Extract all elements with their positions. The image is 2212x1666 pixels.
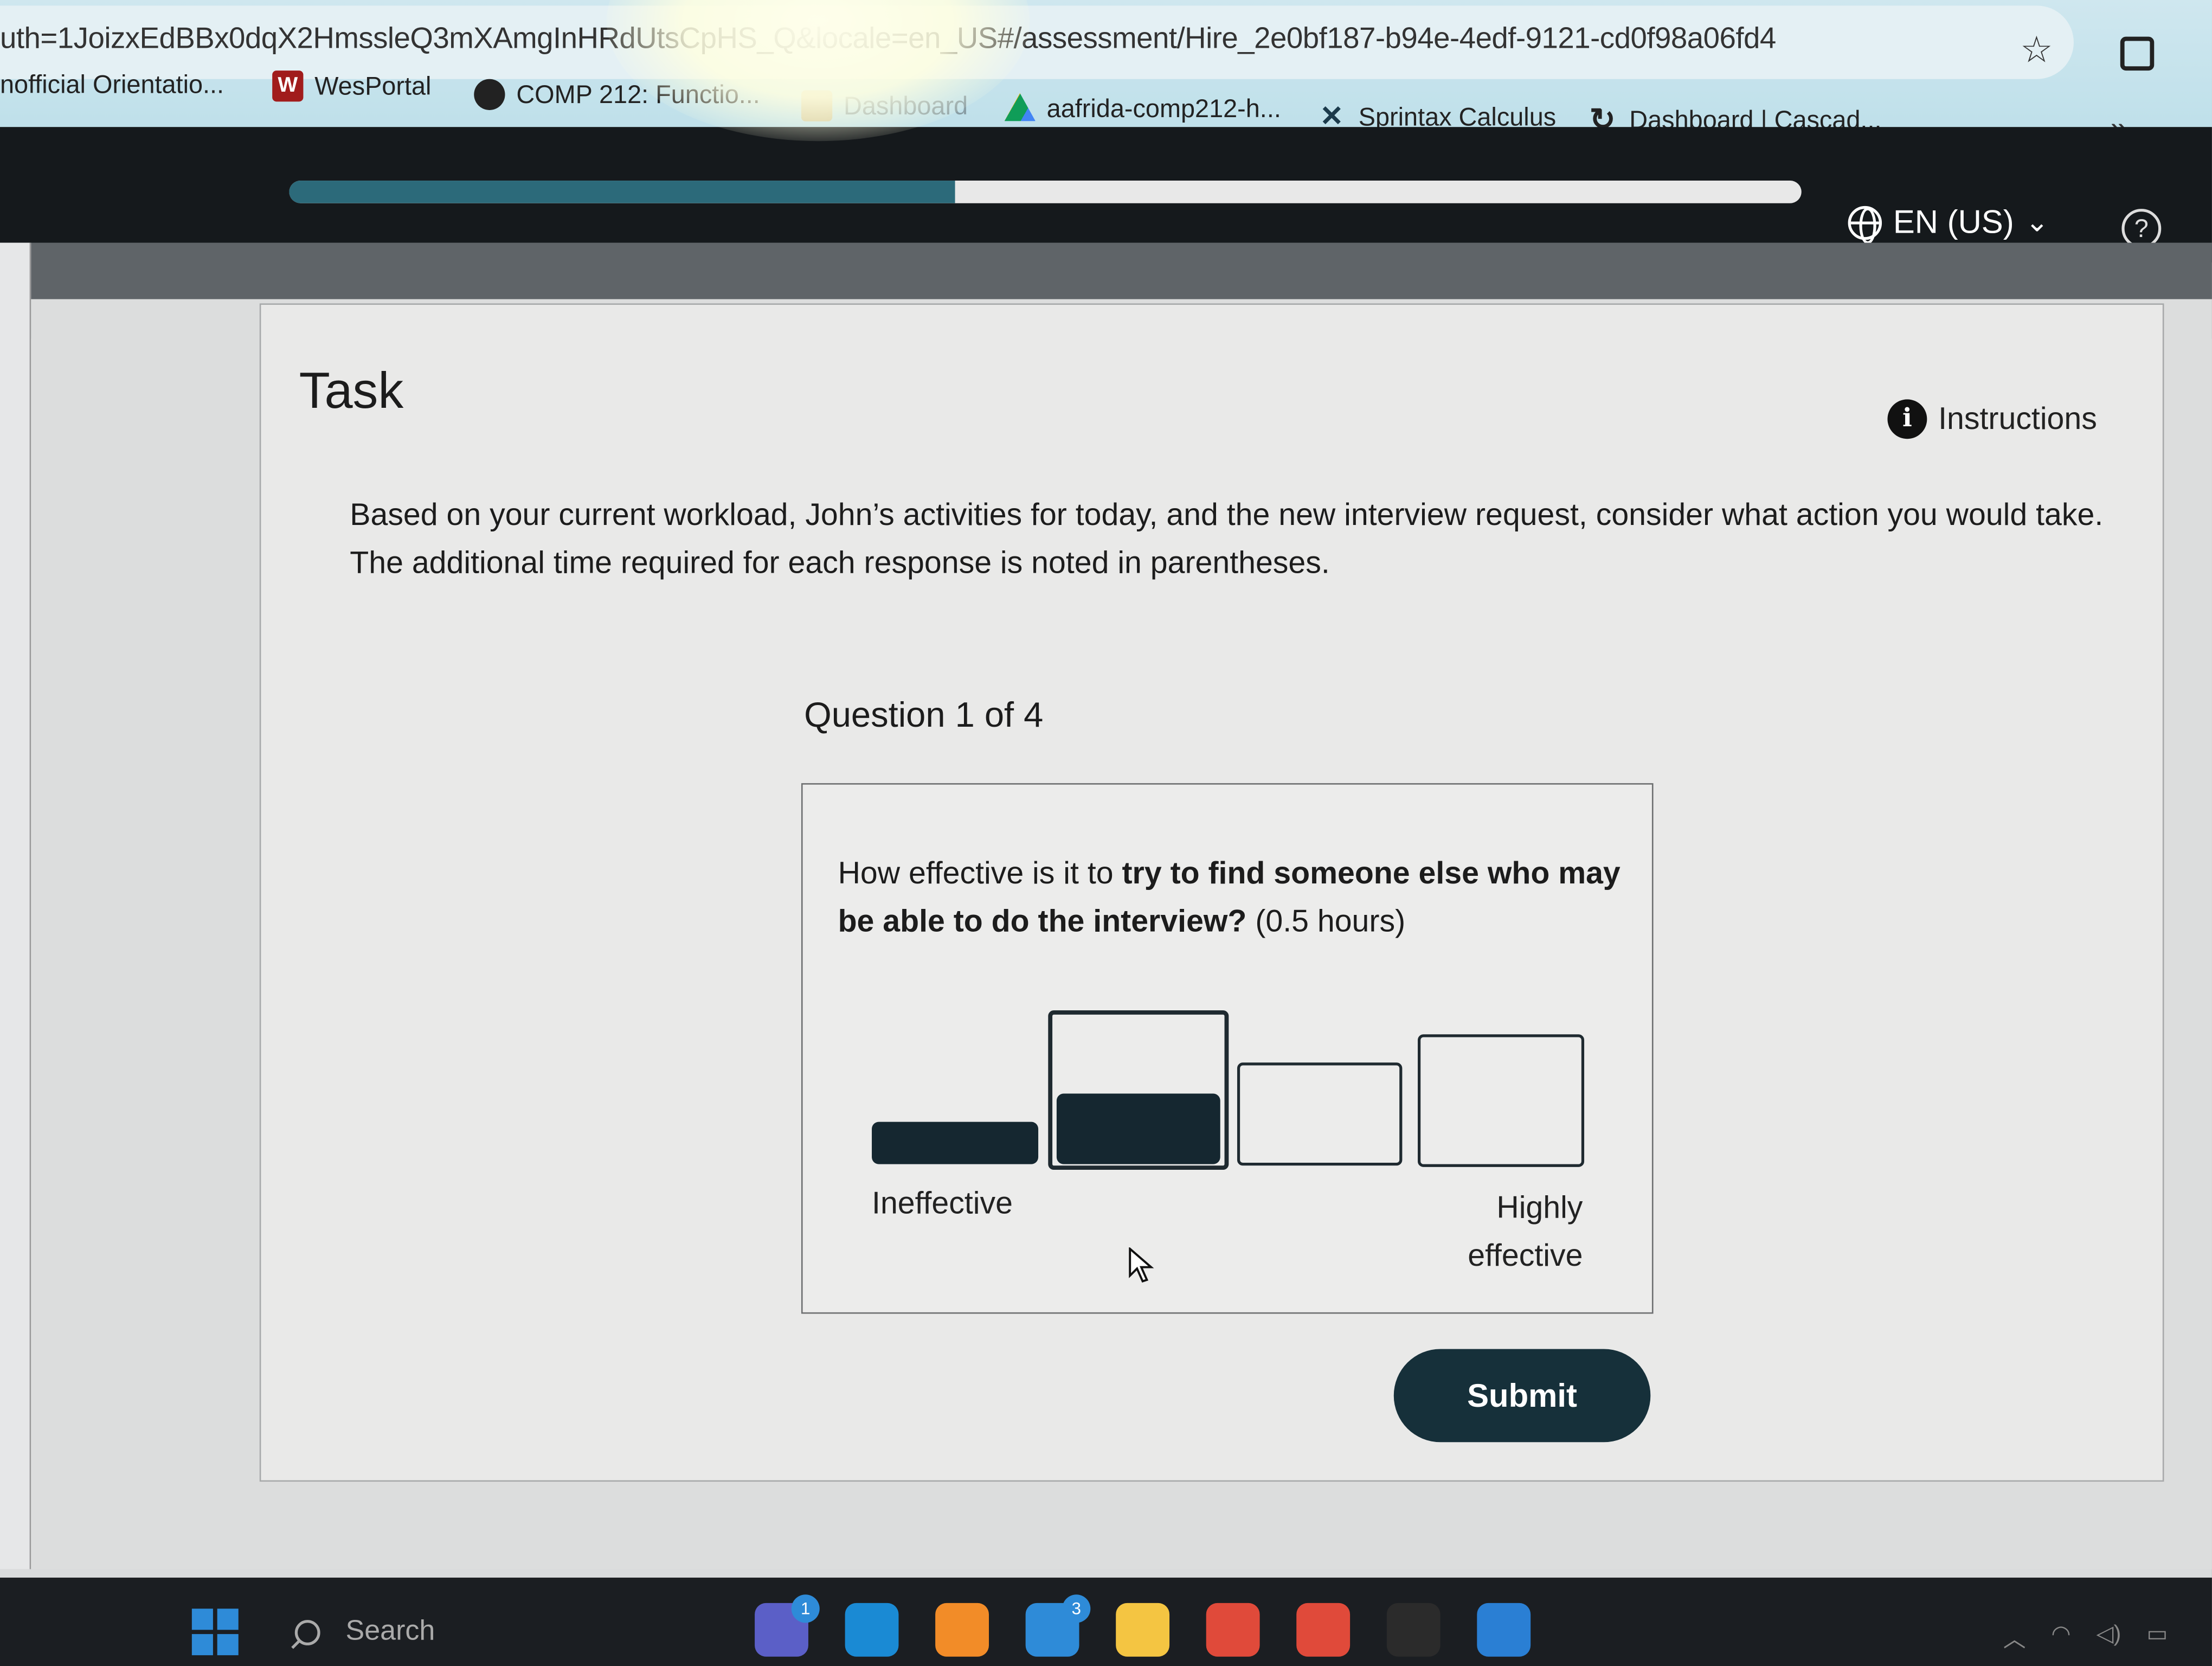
windows-taskbar: Search 1 3 ︿ ◠ ◁) ▭ (0, 1578, 2212, 1666)
question-suffix: (0.5 hours) (1246, 903, 1406, 939)
language-selector[interactable]: EN (US) ⌄ (1848, 203, 2049, 244)
terminal-icon[interactable] (1386, 1603, 1441, 1657)
instructions-button[interactable]: i Instructions (1887, 399, 2097, 439)
search-icon[interactable] (294, 1620, 320, 1645)
w-icon: W (272, 71, 304, 102)
info-icon: i (1887, 399, 1927, 439)
page-title: Task (299, 361, 404, 419)
bookmark-label: COMP 212: Functio... (516, 80, 760, 108)
system-tray[interactable]: ︿ ◠ ◁) ▭ (2003, 1620, 2168, 1654)
chrome-profile-icon[interactable] (1296, 1603, 1351, 1657)
bookmark-label: Dashboard (843, 91, 968, 119)
bookmark-label: WesPortal (314, 71, 432, 100)
globe-icon (474, 79, 505, 110)
chrome-icon[interactable] (1206, 1603, 1260, 1657)
bookmarks-bar: nofficial Orientatio... W WesPortal COMP… (0, 62, 2212, 134)
teams-icon[interactable]: 1 (755, 1594, 820, 1657)
bookmark-moodle-dashboard[interactable]: Dashboard (801, 90, 968, 121)
rating-option-4[interactable] (1418, 1034, 1585, 1167)
question-text: How effective is it to try to find someo… (838, 849, 1628, 945)
wifi-icon[interactable]: ◠ (2051, 1620, 2070, 1654)
task-prompt: Based on your current workload, John’s a… (350, 496, 2104, 580)
screen: uth=1JoizxEdBBx0dqX2HmssleQ3mXAmgInHRdUt… (0, 0, 2212, 1666)
bookmark-wesportal[interactable]: W WesPortal (272, 71, 432, 102)
notification-badge: 3 (1062, 1594, 1091, 1623)
bookmark-label: aafrida-comp212-h... (1046, 94, 1281, 123)
taskbar-search[interactable]: Search (345, 1616, 435, 1648)
bookmark-aafrida-repo[interactable]: aafrida-comp212-h... (1004, 93, 1281, 124)
language-label: EN (US) (1893, 203, 2014, 240)
bookmark-label: nofficial Orientatio... (0, 71, 224, 99)
address-bar-text[interactable]: uth=1JoizxEdBBx0dqX2HmssleQ3mXAmgInHRdUt… (0, 23, 1776, 56)
progress-bar (289, 181, 1802, 203)
assessment-header: EN (US) ⌄ ? (0, 127, 2212, 262)
edge-icon[interactable] (845, 1603, 899, 1657)
globe-icon (1848, 205, 1882, 244)
notification-badge: 1 (791, 1594, 820, 1623)
chevron-down-icon: ⌄ (2025, 207, 2049, 239)
rating-option-2-fill (1056, 1093, 1220, 1164)
submit-button[interactable]: Submit (1393, 1349, 1651, 1443)
sublime-icon[interactable] (935, 1603, 989, 1657)
mouse-cursor-icon (1129, 1247, 1154, 1283)
chevron-up-icon[interactable]: ︿ (2003, 1620, 2026, 1654)
scale-low-label: Ineffective (872, 1185, 1013, 1221)
rating-option-3[interactable] (1237, 1062, 1403, 1166)
mail-icon[interactable]: 3 (1025, 1594, 1091, 1657)
bookmark-comp212[interactable]: COMP 212: Functio... (474, 79, 760, 110)
moodle-icon (801, 90, 833, 121)
drive-icon (1004, 93, 1036, 121)
rating-option-1[interactable] (872, 1122, 1039, 1164)
battery-icon[interactable]: ▭ (2146, 1620, 2168, 1654)
progress-bar-fill (289, 181, 955, 203)
scale-high-label: Highly effective (1468, 1189, 1583, 1273)
question-counter: Question 1 of 4 (804, 695, 1044, 735)
bookmark-orientation[interactable]: nofficial Orientatio... (0, 71, 224, 100)
question-prefix: How effective is it to (838, 855, 1122, 890)
windows-start-icon[interactable] (191, 1609, 240, 1656)
vscode-icon[interactable] (1477, 1603, 1531, 1657)
file-explorer-icon[interactable] (1116, 1603, 1170, 1657)
instructions-label: Instructions (1938, 400, 2097, 437)
rating-option-2[interactable] (1048, 1010, 1229, 1170)
speaker-icon[interactable]: ◁) (2097, 1620, 2121, 1654)
left-window-edge (0, 242, 31, 1569)
